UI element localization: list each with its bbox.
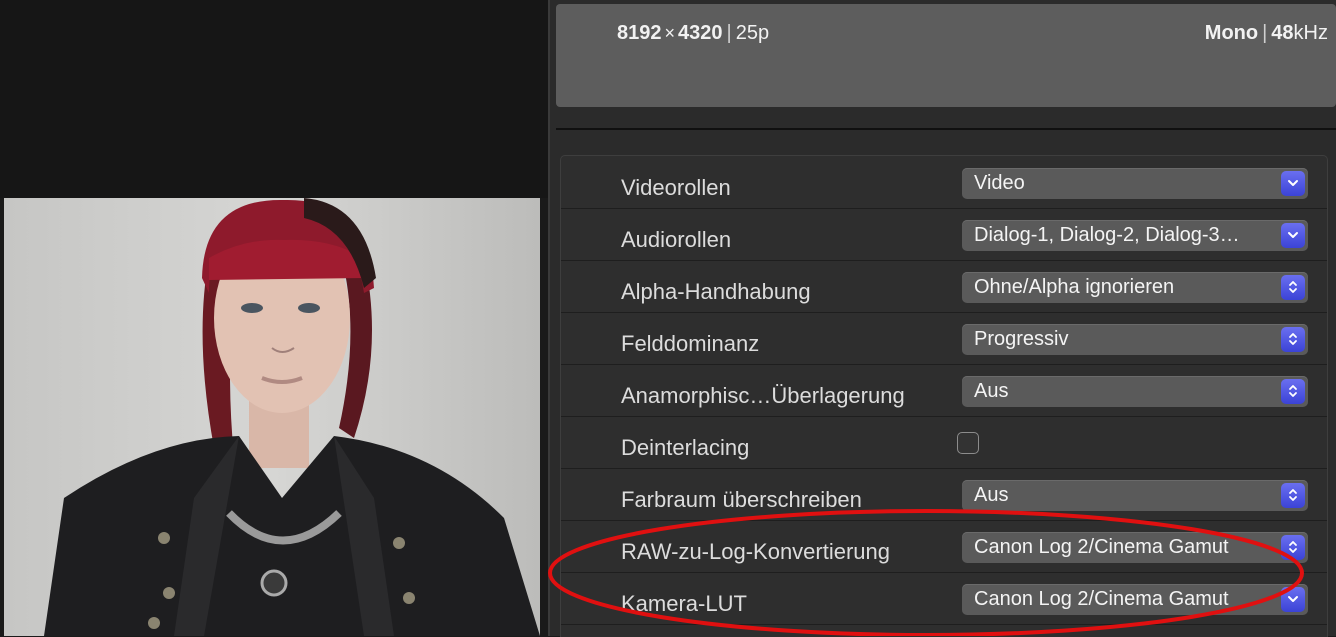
clip-info-header: 8192 × 4320 | 25p Mono | 48kHz (556, 4, 1336, 107)
property-row-alpha-handhabung: Alpha-Handhabung Ohne/Alpha ignorieren (561, 260, 1327, 313)
property-label: Farbraum überschreiben (621, 487, 862, 512)
sample-rate-unit: kHz (1293, 22, 1328, 44)
property-row-felddominanz: Felddominanz Progressiv (561, 312, 1327, 365)
property-label: Videorollen (621, 175, 731, 200)
property-row-audiorollen: Audiorollen Dialog-1, Dialog-2, Dialog-3… (561, 208, 1327, 261)
property-label: Audiorollen (621, 227, 732, 252)
property-label: Deinterlacing (621, 435, 750, 460)
select-value: Dialog-1, Dialog-2, Dialog-3… (974, 224, 1240, 246)
viewer-top-area (0, 0, 548, 198)
video-format-info: 8192 × 4320 | 25p (617, 22, 769, 45)
up-down-chevron-icon[interactable] (1281, 535, 1305, 560)
frame-rate: 25p (735, 22, 770, 44)
property-row-farbraum: Farbraum überschreiben Aus (561, 468, 1327, 521)
audio-channels: Mono (1204, 22, 1259, 44)
property-row-kamera-lut: Kamera-LUT Canon Log 2/Cinema Gamut (561, 572, 1327, 625)
alpha-handhabung-popup[interactable]: Ohne/Alpha ignorieren (962, 272, 1308, 303)
up-down-chevron-icon[interactable] (1281, 483, 1305, 508)
felddominanz-popup[interactable]: Progressiv (962, 324, 1308, 355)
property-row-videorollen: Videorollen Video (561, 156, 1327, 209)
separator: | (726, 22, 732, 44)
viewer-image (4, 198, 540, 636)
deinterlacing-checkbox[interactable] (957, 432, 979, 454)
property-label: Anamorphisc…Überlagerung (621, 383, 905, 408)
up-down-chevron-icon[interactable] (1281, 327, 1305, 352)
up-down-chevron-icon[interactable] (1281, 379, 1305, 404)
select-value: Ohne/Alpha ignorieren (974, 276, 1175, 298)
property-row-deinterlacing: Deinterlacing (561, 416, 1327, 469)
videorollen-dropdown[interactable]: Video (962, 168, 1308, 199)
times-sign: × (664, 23, 676, 43)
farbraum-popup[interactable]: Aus (962, 480, 1308, 511)
select-value: Aus (974, 380, 1009, 402)
audio-format-info: Mono | 48kHz (1205, 22, 1328, 45)
raw-zu-log-popup[interactable]: Canon Log 2/Cinema Gamut (962, 532, 1308, 563)
property-row-anamorphic: Anamorphisc…Überlagerung Aus (561, 364, 1327, 417)
chevron-down-icon[interactable] (1281, 171, 1305, 196)
separator: | (1262, 22, 1268, 44)
resolution-width: 8192 (617, 22, 662, 44)
resolution-height: 4320 (678, 22, 723, 44)
header-separator (556, 128, 1336, 130)
audiorollen-dropdown[interactable]: Dialog-1, Dialog-2, Dialog-3… (962, 220, 1308, 251)
property-row-raw-zu-log: RAW-zu-Log-Konvertierung Canon Log 2/Cin… (561, 520, 1327, 573)
inspector-panel: 8192 × 4320 | 25p Mono | 48kHz Videorollen Vid… (550, 0, 1336, 637)
anamorphic-popup[interactable]: Aus (962, 376, 1308, 407)
kamera-lut-dropdown[interactable]: Canon Log 2/Cinema Gamut (962, 584, 1308, 615)
property-label: Kamera-LUT (621, 591, 747, 616)
select-value: Video (974, 172, 1025, 194)
select-value: Aus (974, 484, 1009, 506)
property-label: RAW-zu-Log-Konvertierung (621, 539, 891, 564)
property-label: Felddominanz (621, 331, 760, 356)
select-value: Canon Log 2/Cinema Gamut (974, 588, 1229, 610)
chevron-down-icon[interactable] (1281, 223, 1305, 248)
property-label: Alpha-Handhabung (621, 279, 811, 304)
sample-rate-value: 48 (1271, 22, 1294, 44)
properties-list: Videorollen Video Audiorollen Dialog-1, … (560, 155, 1328, 637)
select-value: Progressiv (974, 328, 1069, 350)
select-value: Canon Log 2/Cinema Gamut (974, 536, 1229, 558)
up-down-chevron-icon[interactable] (1281, 275, 1305, 300)
chevron-down-icon[interactable] (1281, 587, 1305, 612)
portrait-image (4, 198, 540, 636)
